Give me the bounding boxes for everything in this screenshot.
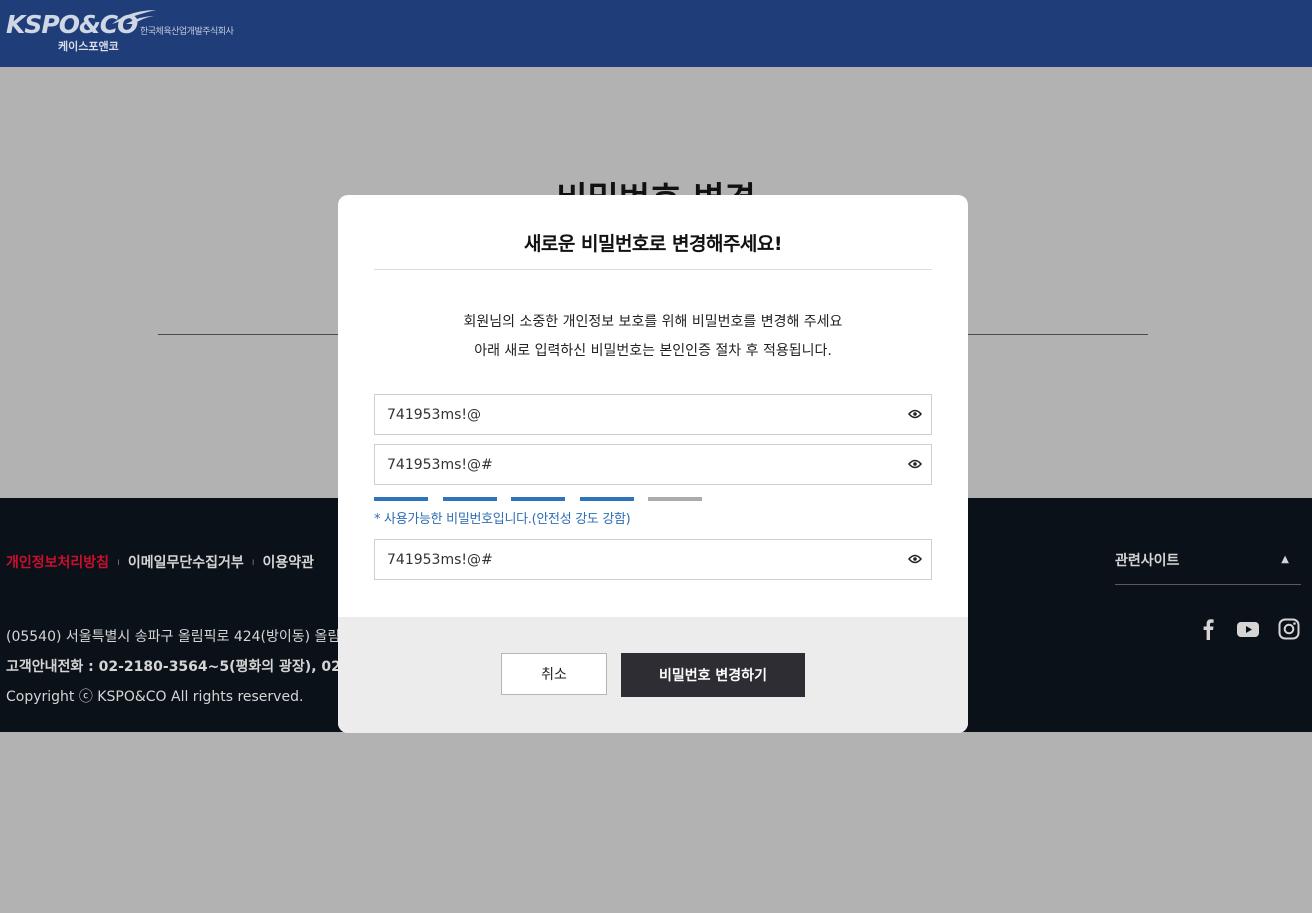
logo-subtitle: 한국체육산업개발주식회사	[140, 27, 234, 37]
change-password-button[interactable]: 비밀번호 변경하기	[621, 653, 805, 697]
strength-segment	[511, 497, 565, 501]
change-password-modal: 새로운 비밀번호로 변경해주세요! 회원님의 소중한 개인정보 보호를 위해 비…	[338, 195, 968, 733]
strength-segment	[374, 497, 428, 501]
strength-segment	[442, 497, 497, 501]
logo[interactable]: KSPO&CO 한국체육산업개발주식회사 케이스포앤코	[6, 8, 246, 58]
strength-segment	[579, 497, 634, 501]
eye-icon[interactable]	[908, 408, 922, 420]
footer-link-privacy[interactable]: 개인정보처리방침	[6, 552, 109, 572]
footer-link-terms[interactable]: 이용약관	[263, 552, 315, 572]
modal-footer: 취소 비밀번호 변경하기	[338, 617, 968, 733]
footer-links: 개인정보처리방침 ı 이메일무단수집거부 ı 이용약관	[6, 552, 314, 572]
related-sites-dropdown[interactable]: 관련사이트 ▲	[1115, 550, 1301, 585]
modal-description-line2: 아래 새로 입력하신 비밀번호는 본인인증 절차 후 적용됩니다.	[474, 343, 832, 359]
confirm-password-input[interactable]	[375, 540, 907, 579]
new-password-field	[374, 444, 932, 485]
eye-icon[interactable]	[908, 553, 922, 565]
related-sites-label: 관련사이트	[1115, 553, 1180, 569]
strength-segment	[648, 497, 702, 501]
footer-phone: 고객안내전화 : 02-2180-3564~5(평화의 광장), 02-2	[6, 659, 357, 675]
modal-description-line1: 회원님의 소중한 개인정보 보호를 위해 비밀번호를 변경해 주세요	[463, 314, 843, 330]
footer-copyright: Copyright ⓒ KSPO&CO All rights reserved.	[6, 689, 304, 705]
eye-icon[interactable]	[908, 458, 922, 470]
footer-link-email-refusal[interactable]: 이메일무단수집거부	[128, 552, 244, 572]
caret-up-icon: ▲	[1281, 554, 1289, 565]
modal-title: 새로운 비밀번호로 변경해주세요!	[523, 233, 783, 255]
modal-description: 회원님의 소중한 개인정보 보호를 위해 비밀번호를 변경해 주세요 아래 새로…	[338, 308, 968, 366]
modal-divider	[374, 269, 932, 270]
facebook-icon[interactable]	[1200, 618, 1216, 640]
current-password-field	[374, 394, 932, 435]
site-header: KSPO&CO 한국체육산업개발주식회사 케이스포앤코	[0, 0, 1312, 67]
logo-korean-name: 케이스포앤코	[58, 40, 119, 53]
footer-link-separator: ı	[251, 556, 255, 568]
footer-link-separator: ı	[117, 556, 120, 568]
youtube-icon[interactable]	[1237, 618, 1259, 640]
instagram-icon[interactable]	[1278, 618, 1300, 640]
footer-address: (05540) 서울특별시 송파구 올림픽로 424(방이동) 올림	[6, 629, 341, 645]
confirm-password-field	[374, 539, 932, 580]
cancel-button[interactable]: 취소	[501, 653, 607, 695]
new-password-input[interactable]	[375, 445, 907, 484]
password-strength-message: * 사용가능한 비밀번호입니다.(안전성 강도 강함)	[374, 512, 631, 527]
footer-info: (05540) 서울특별시 송파구 올림픽로 424(방이동) 올림 고객안내전…	[6, 622, 356, 712]
current-password-input[interactable]	[375, 395, 907, 434]
